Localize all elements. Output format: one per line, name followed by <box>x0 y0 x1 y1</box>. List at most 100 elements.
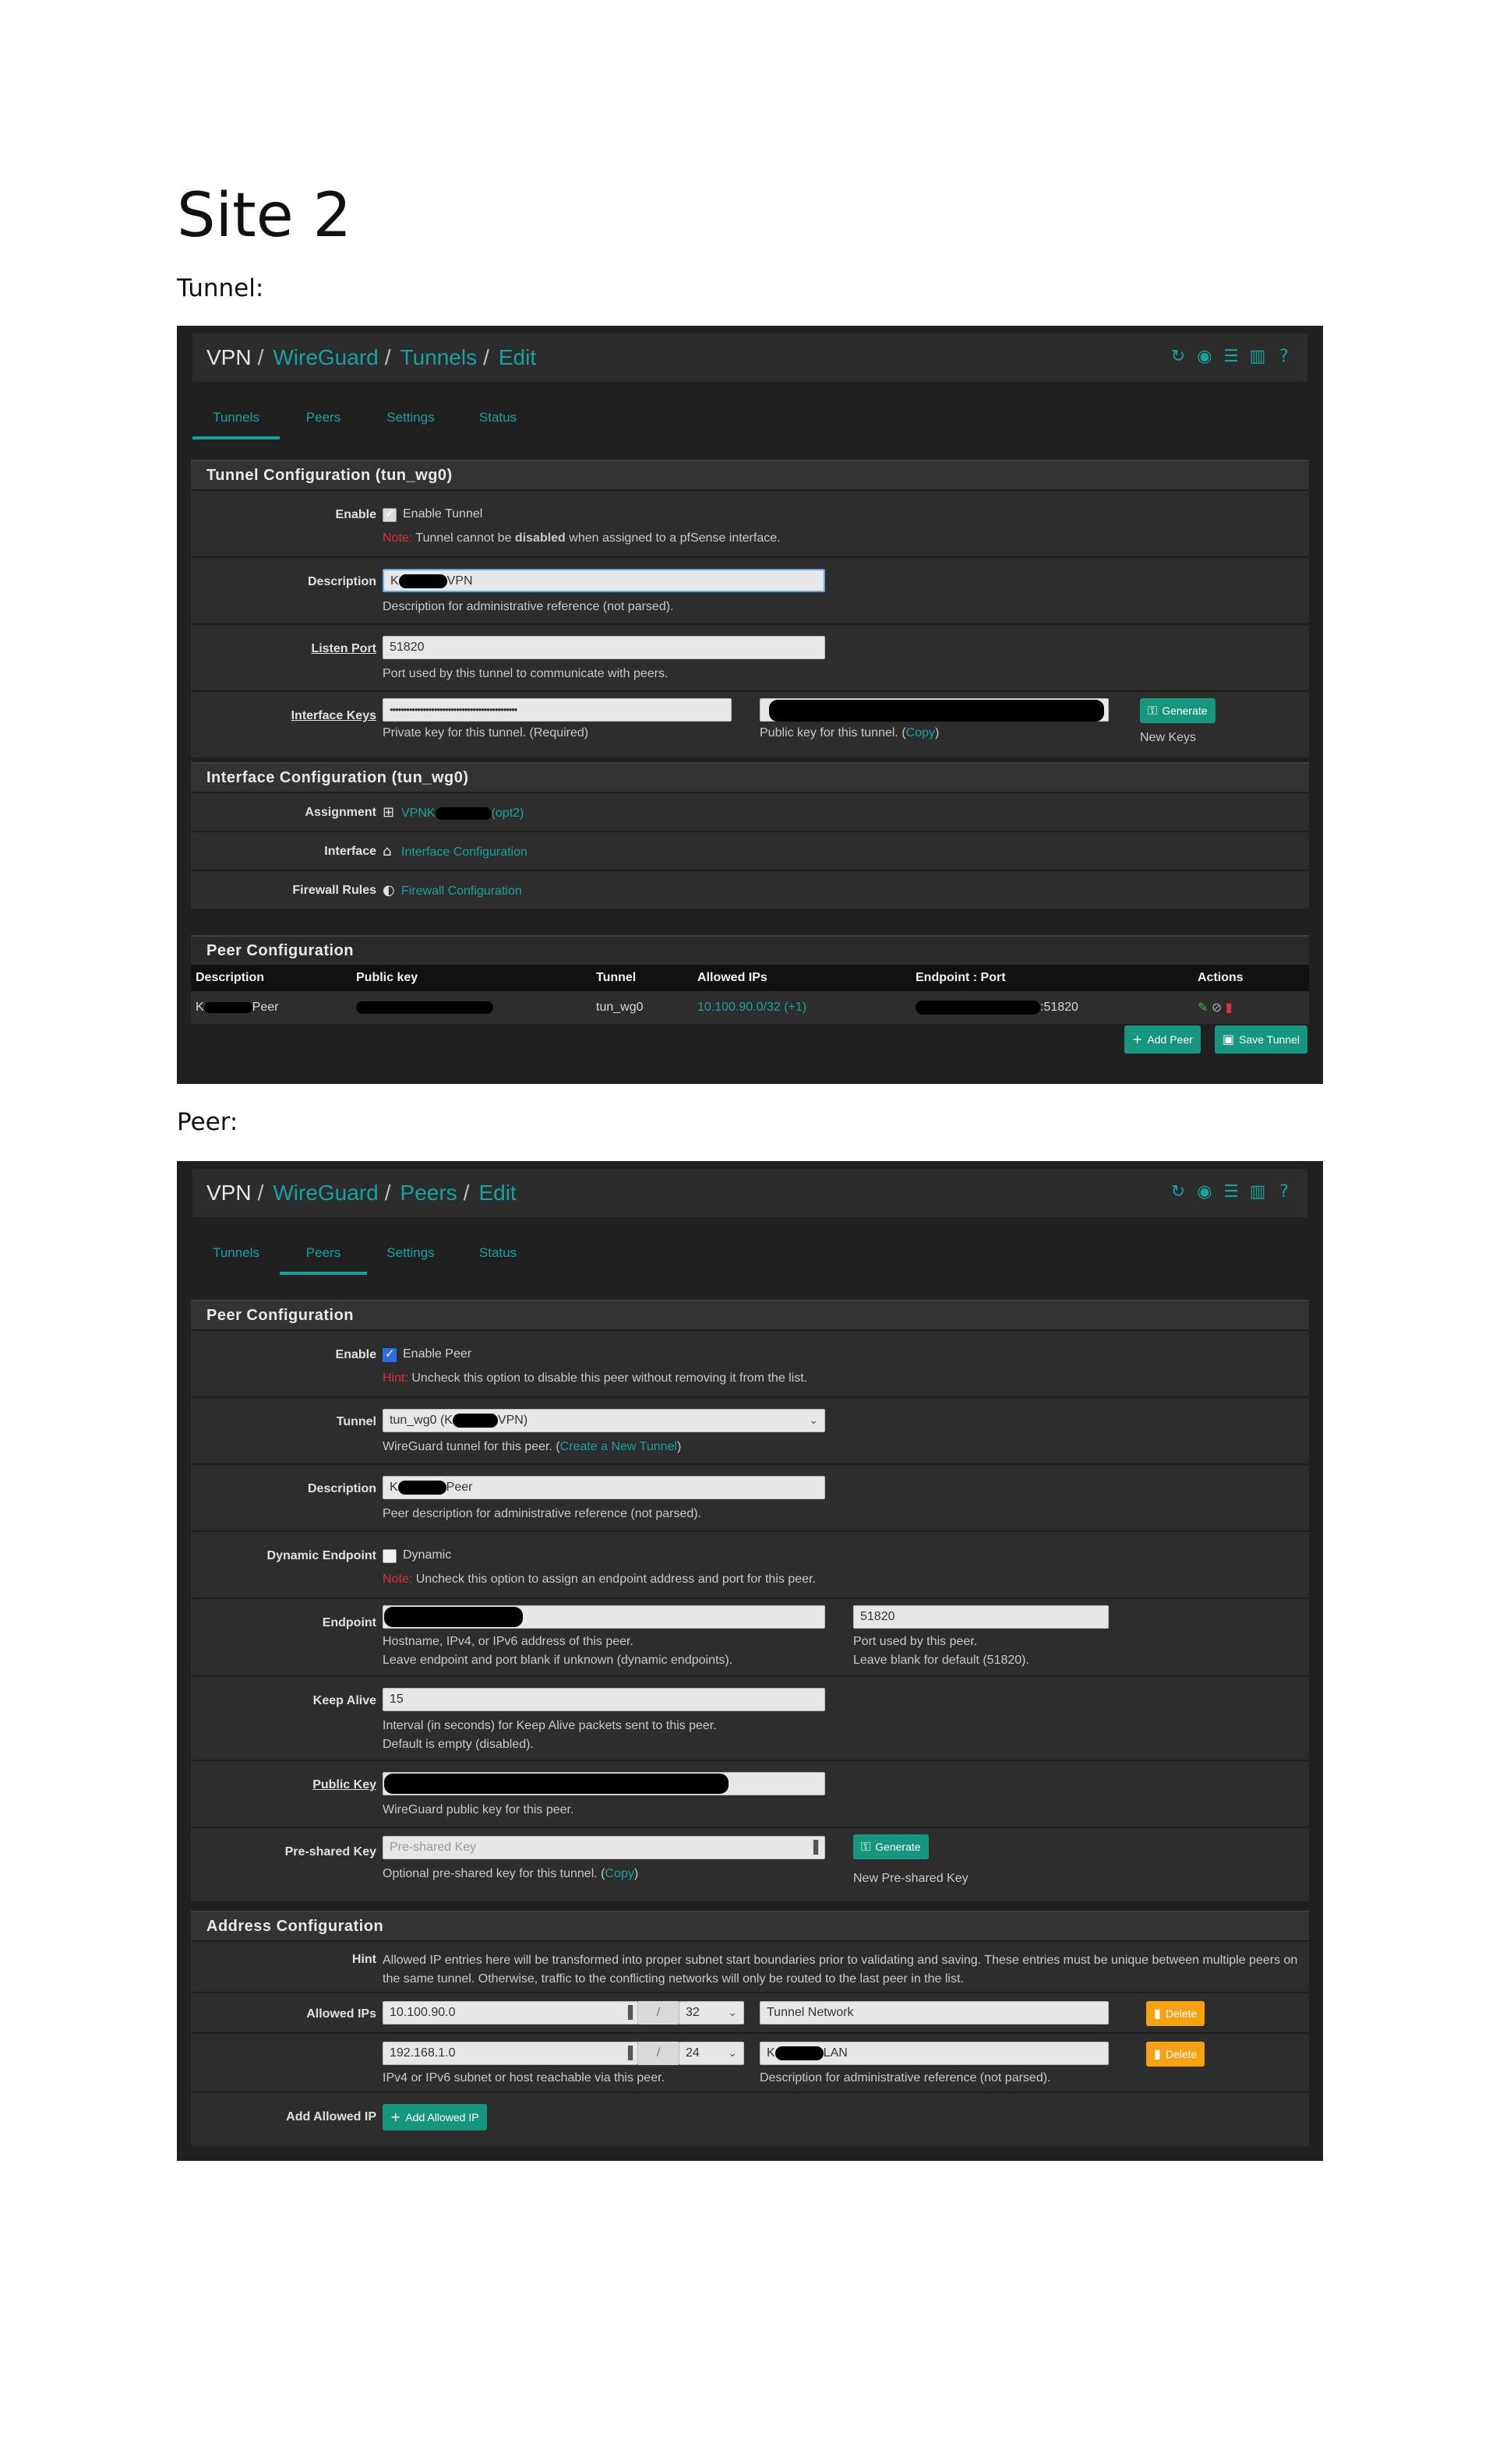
dynamic-note: Note: Uncheck this option to assign an e… <box>383 1573 816 1586</box>
tunnel-caption: Tunnel: <box>177 274 264 302</box>
endpoint-help-2: Leave endpoint and port blank if unknown… <box>383 1654 733 1667</box>
allowed-ip-description-input[interactable]: Tunnel Network <box>760 2001 1109 2025</box>
hint-text: Allowed IP entries here will be transfor… <box>383 1954 1298 1986</box>
sitemap-icon: ⊞ <box>383 804 395 821</box>
key-toggle-icon[interactable]: ▐ <box>809 1837 818 1859</box>
private-key-input[interactable]: ••••••••••••••••••••••••••••••••••••••••… <box>383 698 732 722</box>
col-endpoint: Endpoint : Port <box>911 965 1193 991</box>
assignment-row: Assignment ⊞ VPNK (opt2) <box>191 792 1309 831</box>
allowed-ip-input[interactable]: 10.100.90.0 ▐ <box>383 2001 638 2025</box>
save-tunnel-button[interactable]: ▣ Save Tunnel <box>1215 1025 1307 1054</box>
chart-icon[interactable]: ▥ <box>1248 348 1267 366</box>
description-row: Description K Peer Peer description for a… <box>191 1463 1309 1530</box>
allowed-ip-row-1: Allowed IPs 10.100.90.0 ▐ / 32 ⌄ Tunnel Ne… <box>191 1992 1309 2032</box>
refresh-icon[interactable]: ↻ <box>1169 348 1187 366</box>
document-title: Site 2 <box>177 181 352 251</box>
trash-icon[interactable]: ▮ <box>1226 1000 1233 1015</box>
hint-row: Hint Allowed IP entries here will be tra… <box>191 1940 1309 1992</box>
help-icon[interactable]: ? <box>1275 1183 1293 1202</box>
breadcrumb-vpn: VPN <box>206 345 252 369</box>
dynamic-checkbox[interactable] <box>383 1549 397 1563</box>
panel-title: Peer Configuration <box>191 1300 1309 1329</box>
cidr-mask-select[interactable]: 24 ⌄ <box>679 2042 744 2065</box>
sliders-icon[interactable]: ☰ <box>1222 348 1240 366</box>
col-public-key: Public key <box>351 965 591 991</box>
add-peer-button[interactable]: + Add Peer <box>1124 1025 1201 1054</box>
tunnel-row: Tunnel tun_wg0 (K VPN) ⌄ WireGuard tunnel … <box>191 1396 1309 1463</box>
tunnel-config-panel: Tunnel Configuration (tun_wg0) Enable En… <box>191 460 1309 757</box>
disable-icon[interactable]: ⊘ <box>1212 1000 1222 1015</box>
description-label: Description <box>307 575 376 588</box>
breadcrumb-peers[interactable]: Peers <box>400 1181 457 1206</box>
tab-tunnels[interactable]: Tunnels <box>192 1236 280 1275</box>
tab-peers[interactable]: Peers <box>280 401 367 439</box>
breadcrumb-bar: VPN / WireGuard / Peers / Edit ↻ ◉ ☰ ▥ ? <box>192 1169 1307 1217</box>
firewall-link[interactable]: ◐ Firewall Configuration <box>383 882 522 898</box>
record-icon[interactable]: ◉ <box>1195 1183 1214 1202</box>
description-input[interactable]: K Peer <box>383 1476 825 1499</box>
tab-settings[interactable]: Settings <box>367 1236 454 1275</box>
table-row[interactable]: K Peer tun_wg0 10.100.90.0/32 (+1) :51820… <box>191 991 1309 1024</box>
keep-alive-help-2: Default is empty (disabled). <box>383 1738 534 1751</box>
panel-title: Peer Configuration <box>191 935 1309 965</box>
description-input[interactable]: K VPN <box>383 569 825 592</box>
endpoint-port-input[interactable]: 51820 <box>853 1605 1109 1629</box>
tab-tunnels[interactable]: Tunnels <box>192 401 280 439</box>
enable-tunnel-checkbox[interactable] <box>383 507 397 522</box>
tab-status[interactable]: Status <box>454 401 542 439</box>
psk-help: Optional pre-shared key for this tunnel.… <box>383 1867 639 1880</box>
tunnel-select[interactable]: tun_wg0 (K VPN) ⌄ <box>383 1409 825 1432</box>
generate-keys-button[interactable]: ⚿ Generate <box>1140 698 1216 723</box>
breadcrumb-wireguard[interactable]: WireGuard <box>273 345 378 370</box>
listen-port-label: Listen Port <box>311 642 376 655</box>
breadcrumb-edit[interactable]: Edit <box>478 1181 516 1206</box>
tab-settings[interactable]: Settings <box>367 401 454 439</box>
description-help: Peer description for administrative refe… <box>383 1507 702 1520</box>
assignment-link[interactable]: ⊞ VPNK (opt2) <box>383 804 524 821</box>
public-key-redaction <box>384 1774 729 1794</box>
tab-peers[interactable]: Peers <box>280 1236 367 1275</box>
enable-peer-checkbox[interactable] <box>383 1347 397 1362</box>
interface-row: Interface ⌂ Interface Configuration <box>191 831 1309 870</box>
panel-title: Tunnel Configuration (tun_wg0) <box>191 460 1309 489</box>
enable-tunnel-text: Enable Tunnel <box>403 507 483 521</box>
psk-input[interactable]: Pre-shared Key ▐ <box>383 1836 825 1859</box>
tab-status[interactable]: Status <box>454 1236 542 1275</box>
address-config-panel: Address Configuration Hint Allowed IP en… <box>191 1911 1309 2146</box>
delete-button[interactable]: ▮ Delete <box>1146 2042 1205 2067</box>
description-help: Description for administrative reference… <box>383 600 674 613</box>
tab-bar: Tunnels Peers Settings Status <box>192 1236 1307 1275</box>
allowed-ip-input[interactable]: 192.168.1.0 ▐ <box>383 2042 638 2065</box>
breadcrumb-edit[interactable]: Edit <box>499 345 536 370</box>
tab-bar: Tunnels Peers Settings Status <box>192 401 1307 439</box>
keep-alive-label: Keep Alive <box>312 1694 376 1707</box>
tunnel-label: Tunnel <box>336 1415 376 1428</box>
cidr-slash: / <box>638 2042 679 2065</box>
edit-icon[interactable]: ✎ <box>1198 1000 1208 1015</box>
enable-label: Enable <box>335 1348 376 1361</box>
cidr-mask-select[interactable]: 32 ⌄ <box>679 2001 744 2025</box>
interface-link[interactable]: ⌂ Interface Configuration <box>383 843 527 860</box>
breadcrumb-tunnels[interactable]: Tunnels <box>400 345 478 370</box>
delete-button[interactable]: ▮ Delete <box>1146 2001 1205 2026</box>
keep-alive-input[interactable]: 15 <box>383 1688 825 1711</box>
listen-port-help: Port used by this tunnel to communicate … <box>383 667 669 680</box>
chart-icon[interactable]: ▥ <box>1248 1183 1267 1202</box>
listen-port-input[interactable]: 51820 <box>383 636 825 659</box>
allowed-ip-description-input[interactable]: K LAN <box>760 2042 1109 2065</box>
interface-label: Interface <box>324 845 376 858</box>
help-icon[interactable]: ? <box>1275 348 1293 366</box>
generate-psk-button[interactable]: ⚿ Generate <box>853 1834 929 1859</box>
cidr-slash: / <box>638 2001 679 2025</box>
shield-icon: ◐ <box>383 882 395 898</box>
breadcrumb-wireguard[interactable]: WireGuard <box>273 1181 378 1206</box>
peer-endpoint-cell: :51820 <box>911 991 1193 1024</box>
create-tunnel-link[interactable]: Create a New Tunnel <box>560 1440 677 1453</box>
peer-screenshot: VPN / WireGuard / Peers / Edit ↻ ◉ ☰ ▥ ? Tu… <box>177 1161 1323 2161</box>
add-allowed-ip-button[interactable]: + Add Allowed IP <box>383 2104 487 2130</box>
allowed-desc-help: Description for administrative reference… <box>760 2071 1051 2085</box>
record-icon[interactable]: ◉ <box>1195 348 1214 366</box>
sliders-icon[interactable]: ☰ <box>1222 1183 1240 1202</box>
refresh-icon[interactable]: ↻ <box>1169 1183 1187 1202</box>
dynamic-text: Dynamic <box>403 1548 452 1562</box>
